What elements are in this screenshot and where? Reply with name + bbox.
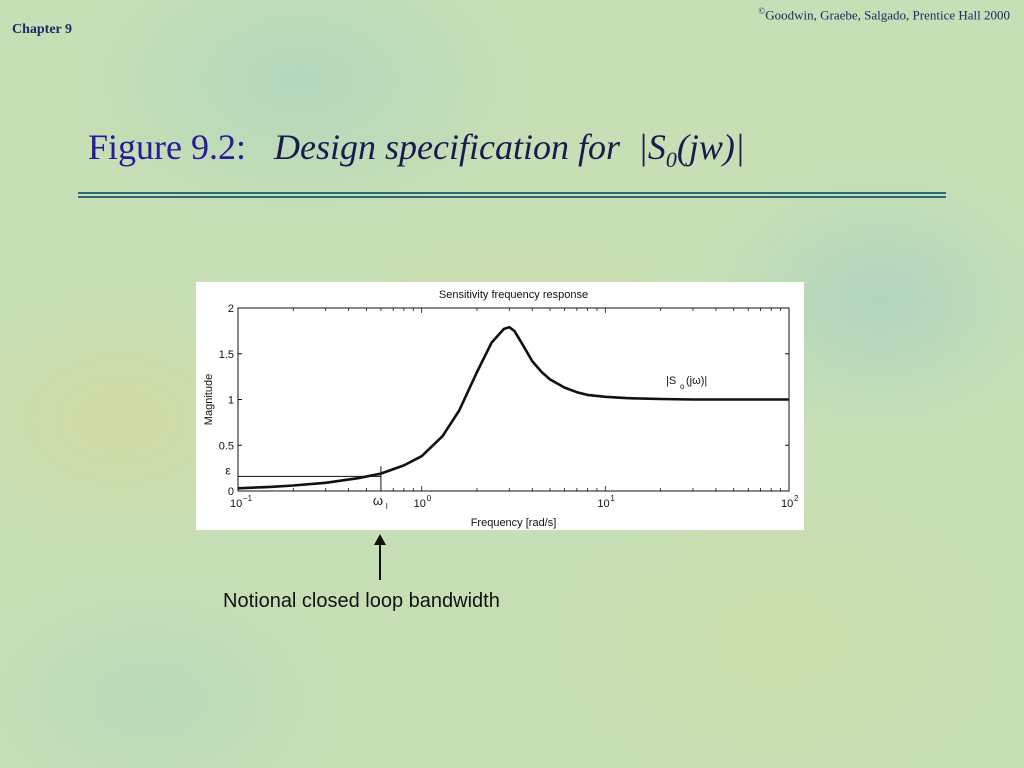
series-label-sub: o bbox=[680, 382, 685, 391]
title-divider bbox=[78, 192, 946, 198]
epsilon-label: ε bbox=[225, 463, 231, 477]
x-tick-exponent: 0 bbox=[427, 494, 432, 503]
title-symbol-close: (jw)| bbox=[676, 127, 745, 167]
sensitivity-figure: Sensitivity frequency response 0 0.5 1 1.5 2 1… bbox=[196, 282, 804, 530]
title-figure-number: Figure 9.2: bbox=[88, 127, 246, 167]
y-tick-label: 1.5 bbox=[219, 349, 234, 361]
x-tick-exponent: 1 bbox=[610, 494, 615, 503]
y-tick-label: 1 bbox=[228, 395, 234, 407]
copyright-notice: ©Goodwin, Graebe, Salgado, Prentice Hall… bbox=[758, 6, 1010, 23]
x-tick-exponent: 2 bbox=[794, 494, 799, 503]
x-tick-label: 10 bbox=[230, 498, 242, 510]
y-tick-label: 2 bbox=[228, 303, 234, 315]
omega-l-label: ω bbox=[373, 493, 383, 508]
title-description: Design specification for |S0(jw)| bbox=[274, 127, 745, 172]
series-label-rest: (jω)| bbox=[686, 375, 707, 387]
y-tick-label: 0.5 bbox=[219, 440, 234, 452]
slide-title: Figure 9.2: Design specification for |S0(… bbox=[88, 126, 745, 173]
chapter-label: Chapter 9 bbox=[12, 22, 73, 37]
bandwidth-caption: Notional closed loop bandwidth bbox=[223, 590, 500, 612]
title-desc-text: Design specification for bbox=[274, 127, 620, 167]
copyright-text: Goodwin, Graebe, Salgado, Prentice Hall … bbox=[765, 7, 1010, 23]
sensitivity-chart: Sensitivity frequency response00.511.521… bbox=[203, 289, 799, 529]
title-symbol-sub: 0 bbox=[665, 147, 677, 173]
y-axis-label: Magnitude bbox=[203, 374, 215, 425]
bandwidth-arrow bbox=[374, 534, 386, 580]
x-tick-label: 10 bbox=[781, 498, 793, 510]
x-tick-label: 10 bbox=[414, 498, 426, 510]
chart-title: Sensitivity frequency response bbox=[439, 289, 588, 301]
x-axis-label: Frequency [rad/s] bbox=[471, 517, 557, 529]
omega-l-subscript: l bbox=[386, 502, 388, 511]
series-line bbox=[237, 325, 789, 490]
y-tick-label: 0 bbox=[228, 486, 234, 498]
series-label-main: |S bbox=[666, 375, 676, 387]
x-tick-label: 10 bbox=[597, 498, 609, 510]
title-symbol-open: |S bbox=[637, 127, 666, 167]
x-tick-exponent: −1 bbox=[243, 494, 253, 503]
